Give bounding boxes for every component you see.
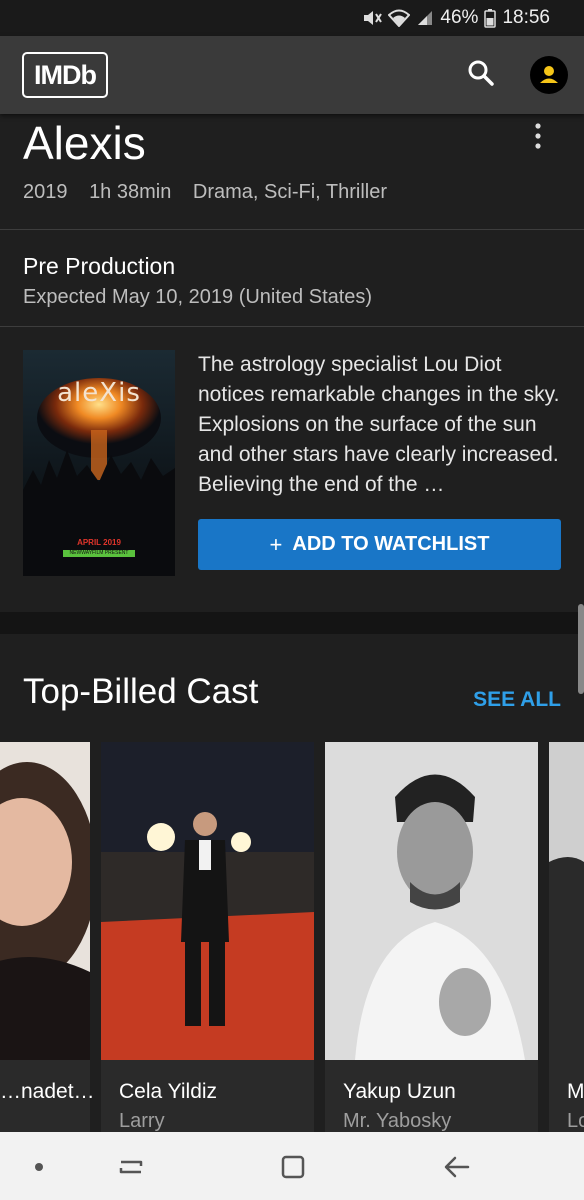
add-to-watchlist-button[interactable]: + ADD TO WATCHLIST — [198, 519, 561, 570]
cast-photo-image — [0, 742, 90, 1060]
cast-name: …nadet… — [0, 1080, 95, 1103]
imdb-logo[interactable]: IMDb — [22, 52, 108, 98]
cast-name: M — [567, 1080, 584, 1103]
cast-card[interactable]: Cela Yildiz Larry — [101, 742, 314, 1132]
home-button[interactable] — [276, 1150, 310, 1184]
cast-name: Yakup Uzun — [343, 1080, 456, 1103]
recents-icon — [119, 1160, 143, 1174]
movie-poster[interactable]: aleXis APRIL 2019 NEWWAYFILM PRESENT — [23, 350, 175, 576]
home-icon — [281, 1155, 305, 1179]
cast-role: Mr. Yabosky — [343, 1110, 452, 1132]
watchlist-label: ADD TO WATCHLIST — [292, 533, 490, 555]
more-options-button[interactable] — [526, 120, 550, 152]
cast-role: Lo — [567, 1110, 584, 1132]
battery-percent: 46% — [440, 7, 479, 28]
divider — [0, 326, 584, 327]
cast-photo-image — [101, 742, 314, 1060]
status-indicators: 46% 18:56 — [362, 7, 550, 29]
plus-icon: + — [269, 531, 283, 557]
cast-card[interactable]: M Lo — [549, 742, 584, 1132]
account-icon — [540, 66, 558, 83]
cast-photo-image — [325, 742, 538, 1060]
cast-photo — [101, 742, 314, 1060]
scrollbar[interactable] — [578, 604, 584, 694]
account-button[interactable] — [530, 56, 568, 94]
movie-runtime: 1h 38min — [89, 181, 172, 203]
search-button[interactable] — [464, 56, 498, 90]
release-date: Expected May 10, 2019 (United States) — [23, 286, 373, 308]
recent-apps-button[interactable] — [114, 1150, 148, 1184]
battery-icon — [484, 9, 497, 28]
dot-icon — [35, 1163, 43, 1171]
cast-section-title: Top-Billed Cast — [23, 672, 259, 711]
poster-date: APRIL 2019 — [77, 538, 121, 547]
cast-photo — [549, 742, 584, 1060]
cast-card[interactable]: Yakup Uzun Mr. Yabosky — [325, 742, 538, 1132]
cast-card[interactable]: …nadet… — [0, 742, 95, 1132]
back-button[interactable] — [440, 1150, 474, 1184]
plot-summary[interactable]: The astrology specialist Lou Diot notice… — [198, 350, 564, 500]
poster-title: aleXis — [57, 378, 141, 408]
movie-genres: Drama, Sci-Fi, Thriller — [192, 181, 387, 203]
search-icon — [468, 60, 494, 86]
cast-photo — [0, 742, 90, 1060]
movie-meta: 2019 1h 38min Drama, Sci-Fi, Thriller — [23, 181, 403, 204]
mute-icon — [364, 11, 383, 25]
cast-role: Larry — [119, 1110, 165, 1132]
cast-photo — [325, 742, 538, 1060]
more-vert-icon — [535, 123, 541, 149]
title-block: Alexis 2019 1h 38min Drama, Sci-Fi, Thri… — [0, 114, 584, 230]
back-arrow-icon — [444, 1156, 470, 1178]
wifi-icon — [388, 9, 411, 27]
movie-year: 2019 — [23, 181, 68, 203]
divider — [0, 229, 584, 230]
cast-name: Cela Yildiz — [119, 1080, 218, 1103]
status-icons — [362, 9, 434, 27]
app-bar: IMDb — [0, 36, 584, 114]
movie-details: Alexis 2019 1h 38min Drama, Sci-Fi, Thri… — [0, 114, 584, 1132]
section-separator — [0, 612, 584, 634]
cast-carousel[interactable]: …nadet… Cela Yildiz Larry Yakup Uzun Mr.… — [0, 742, 584, 1132]
see-all-link[interactable]: SEE ALL — [473, 688, 561, 712]
clock: 18:56 — [502, 7, 550, 28]
poster-tag: NEWWAYFILM PRESENT — [63, 550, 135, 557]
cast-photo-image — [549, 742, 584, 1060]
status-bar: 46% 18:56 — [0, 0, 584, 36]
nav-dot-button[interactable] — [22, 1150, 56, 1184]
signal-icon — [418, 11, 433, 25]
system-nav-bar — [0, 1132, 584, 1200]
movie-title: Alexis — [23, 117, 146, 169]
production-status: Pre Production — [23, 253, 176, 279]
